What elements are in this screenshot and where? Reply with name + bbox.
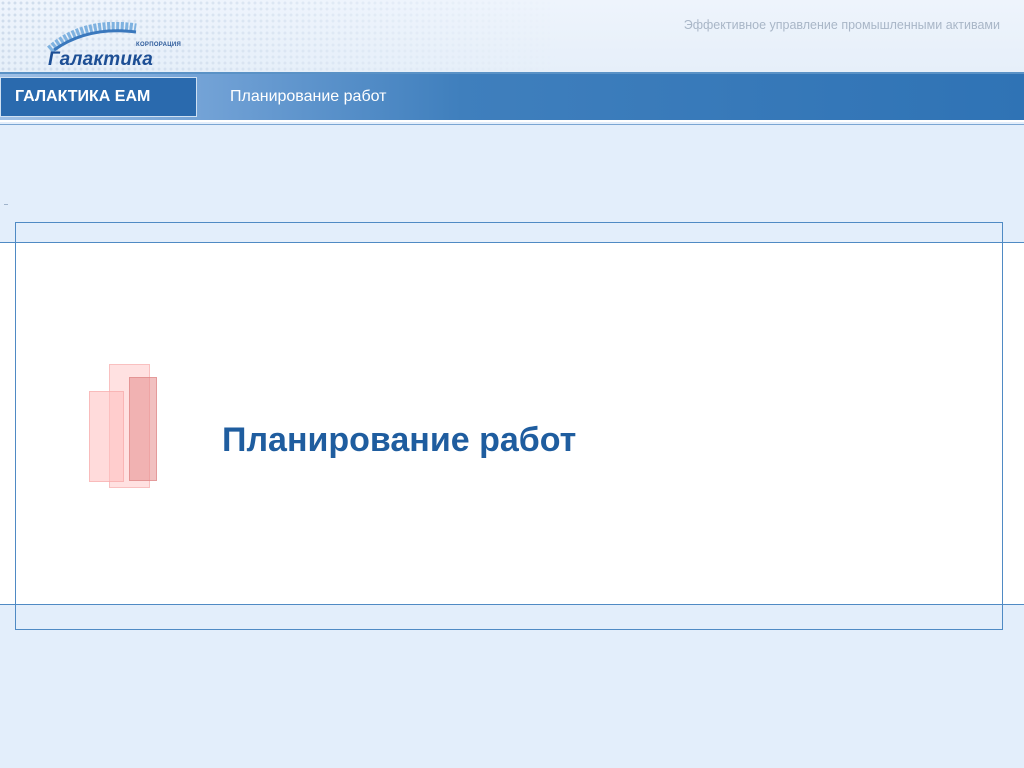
company-logo: КОРПОРАЦИЯ Галактика: [44, 22, 184, 70]
section-label: Планирование работ: [230, 88, 387, 105]
slide-title: Планирование работ: [222, 421, 577, 459]
title-bar-bottom-rule: [0, 124, 1024, 125]
logo-corp-text: КОРПОРАЦИЯ: [136, 42, 182, 48]
margin-mark: [4, 204, 8, 205]
brand-label: ГАЛАКТИКА EAM: [15, 88, 151, 105]
title-bar-bottom-line: [0, 120, 1024, 122]
logo-name: Галактика: [48, 49, 153, 70]
header-area: КОРПОРАЦИЯ Галактика Эффективное управле…: [0, 0, 1024, 72]
brand-box: ГАЛАКТИКА EAM: [0, 77, 197, 117]
header-tagline: Эффективное управление промышленными акт…: [683, 18, 1000, 32]
decorative-bar-dark: [129, 377, 157, 481]
decorative-bar-left: [89, 391, 124, 482]
